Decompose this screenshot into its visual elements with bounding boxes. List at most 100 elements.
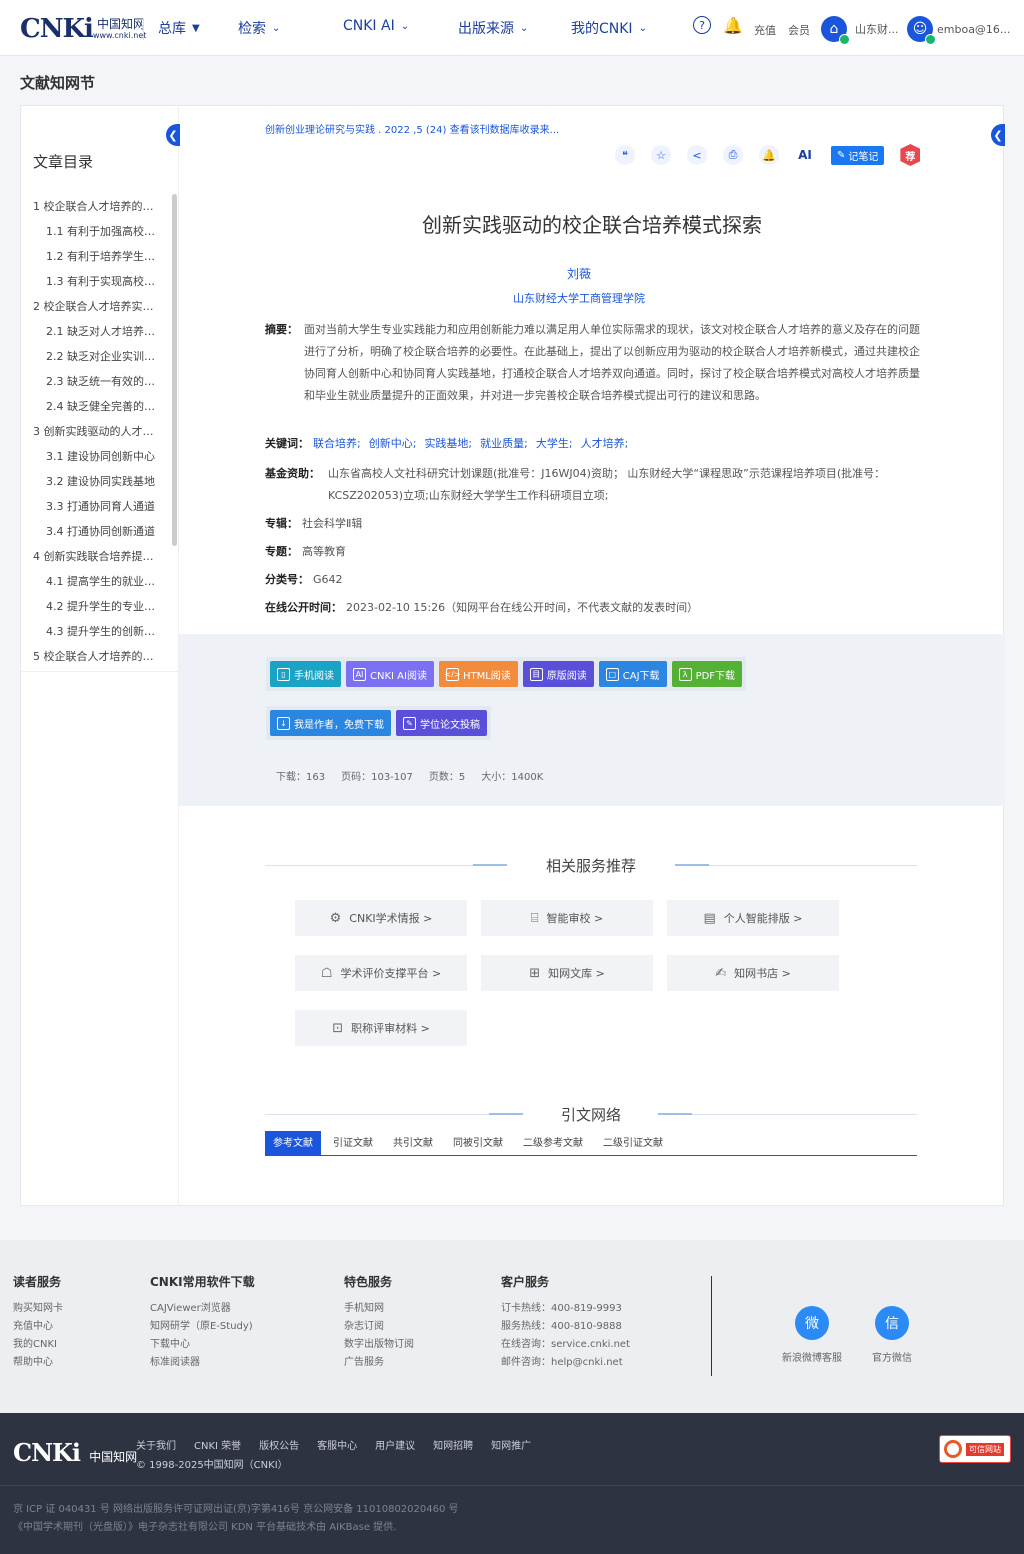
footer-link[interactable]: 购买知网卡 bbox=[13, 1300, 63, 1318]
service-link[interactable]: ▤ 个人智能排版 > bbox=[667, 900, 839, 936]
recharge-link[interactable]: 充值 bbox=[754, 22, 776, 38]
footer-link[interactable]: 手机知网 bbox=[344, 1300, 414, 1318]
footer-link[interactable]: 我的CNKI bbox=[13, 1336, 63, 1354]
toc-item[interactable]: 3.3 打通协同育人通道 bbox=[21, 494, 179, 519]
download-button[interactable]: ▯ 手机阅读 bbox=[270, 661, 341, 687]
trusted-site-badge[interactable]: 可信网站 bbox=[939, 1435, 1011, 1463]
download-button[interactable]: ✎ 学位论文投稿 bbox=[396, 710, 487, 736]
toc-item[interactable]: 2 校企联合人才培养实践中的问题 bbox=[21, 294, 179, 319]
alert-bell-icon[interactable]: 🔔 bbox=[759, 145, 779, 165]
download-button[interactable]: ↓ 我是作者，免费下载 bbox=[270, 710, 391, 736]
download-button[interactable]: </> HTML阅读 bbox=[438, 661, 518, 687]
social-link[interactable]: 信官方微信 bbox=[872, 1306, 912, 1364]
citation-tab[interactable]: 引证文献 bbox=[325, 1131, 381, 1156]
toc-item[interactable]: 2.2 缺乏对企业实训导师的管理 bbox=[21, 344, 179, 369]
footer-link[interactable]: 杂志订阅 bbox=[344, 1318, 414, 1336]
toc-item[interactable]: 3 创新实践驱动的人才培养模式 bbox=[21, 419, 179, 444]
bottom-link[interactable]: 用户建议 bbox=[375, 1437, 415, 1452]
nav-cnki-ai[interactable]: CNKI AI ⌄ bbox=[343, 18, 409, 34]
service-link[interactable]: ✍ 知网书店 > bbox=[667, 955, 839, 991]
footer-link[interactable]: 下载中心 bbox=[150, 1336, 255, 1354]
service-link[interactable]: ☖ 学术评价支撑平台 > bbox=[295, 955, 467, 991]
download-button[interactable]: λ PDF下载 bbox=[671, 661, 743, 687]
service-link[interactable]: ⚙ CNKI学术情报 > bbox=[295, 900, 467, 936]
author-link[interactable]: 刘薇 bbox=[179, 265, 979, 282]
bottom-link[interactable]: 版权公告 bbox=[259, 1437, 299, 1452]
toc-item[interactable]: 4 创新实践联合培养提升人才质量 bbox=[21, 544, 179, 569]
keyword-link[interactable]: 大学生; bbox=[536, 437, 573, 450]
footer-link[interactable]: 标准阅读器 bbox=[150, 1354, 255, 1372]
citation-tab[interactable]: 二级参考文献 bbox=[515, 1131, 591, 1156]
footer-link[interactable]: CAJViewer浏览器 bbox=[150, 1300, 255, 1318]
recommend-badge[interactable]: 荐 bbox=[900, 144, 921, 166]
nav-search[interactable]: 检索 ⌄ bbox=[238, 18, 280, 38]
toc-item[interactable]: 4.2 提升学生的专业水平 bbox=[21, 594, 179, 619]
keyword-link[interactable]: 人才培养; bbox=[581, 437, 629, 450]
bottom-link[interactable]: 知网招聘 bbox=[433, 1437, 473, 1452]
nav-zongku[interactable]: 总库 ▼ bbox=[158, 18, 200, 38]
service-link[interactable]: ⊞ 知网文库 > bbox=[481, 955, 653, 991]
footer-link[interactable]: 数字出版物订阅 bbox=[344, 1336, 414, 1354]
member-link[interactable]: 会员 bbox=[788, 22, 810, 38]
institution-account[interactable]: ⌂ 山东财... bbox=[821, 16, 899, 45]
bottom-link[interactable]: 关于我们 bbox=[136, 1437, 176, 1452]
nav-sources[interactable]: 出版来源 ⌄ bbox=[458, 18, 528, 38]
institution-link[interactable]: 山东财经大学工商管理学院 bbox=[179, 290, 979, 306]
bottom-link[interactable]: 知网推广 bbox=[491, 1437, 531, 1452]
footer-link[interactable]: 在线咨询：service.cnki.net bbox=[501, 1336, 630, 1354]
service-link[interactable]: ⌸ 智能审校 > bbox=[481, 900, 653, 936]
cite-icon[interactable]: ❝ bbox=[615, 145, 635, 165]
citation-tab[interactable]: 参考文献 bbox=[265, 1130, 321, 1156]
bottom-link[interactable]: 客服中心 bbox=[317, 1437, 357, 1452]
print-icon[interactable]: ⎙ bbox=[723, 145, 743, 165]
cnki-logo[interactable]: CNKi 中国知网 www.cnki.net bbox=[20, 13, 146, 45]
footer-link[interactable]: 帮助中心 bbox=[13, 1354, 63, 1372]
share-icon[interactable]: < bbox=[687, 145, 707, 165]
service-link[interactable]: ⊡ 职称评审材料 > bbox=[295, 1010, 467, 1046]
keyword-link[interactable]: 联合培养; bbox=[313, 437, 361, 450]
collapse-toc-button[interactable]: ❮ bbox=[166, 124, 180, 146]
toc-item[interactable]: 2.3 缺乏统一有效的监督机制 bbox=[21, 369, 179, 394]
keyword-link[interactable]: 创新中心; bbox=[369, 437, 417, 450]
citation-tab[interactable]: 同被引文献 bbox=[445, 1131, 511, 1156]
footer-link[interactable]: 服务热线：400-810-9888 bbox=[501, 1318, 630, 1336]
favorite-icon[interactable]: ☆ bbox=[651, 145, 671, 165]
help-button[interactable]: ? bbox=[693, 16, 711, 34]
toc-item[interactable]: 2.1 缺乏对人才培养目标的共识 bbox=[21, 319, 179, 344]
toc-item[interactable]: 4.3 提升学生的创新能力 bbox=[21, 619, 179, 644]
toc-item[interactable]: 1.1 有利于加强高校专业建设 bbox=[21, 219, 179, 244]
bottom-link[interactable]: CNKI 荣誉 bbox=[194, 1437, 241, 1452]
take-note-button[interactable]: ✎ 记笔记 bbox=[831, 145, 885, 165]
social-link[interactable]: 微新浪微博客服 bbox=[782, 1306, 842, 1364]
journal-source-link[interactable]: 创新创业理论研究与实践 . 2022 ,5 (24) 查看该刊数据库收录来... bbox=[265, 121, 559, 136]
toc-item[interactable]: 1.3 有利于实现高校与企业共赢 bbox=[21, 269, 179, 294]
notification-button[interactable]: 🔔 bbox=[723, 16, 743, 35]
toc-scrollbar[interactable] bbox=[172, 194, 177, 546]
keyword-link[interactable]: 就业质量; bbox=[480, 437, 528, 450]
toc-item[interactable]: 5 校企联合人才培养的思考 bbox=[21, 644, 179, 669]
toc-item[interactable]: 3.4 打通协同创新通道 bbox=[21, 519, 179, 544]
ai-icon[interactable]: AI bbox=[795, 145, 815, 165]
download-button[interactable]: AI CNKI AI阅读 bbox=[346, 661, 434, 687]
toc-item[interactable]: 1 校企联合人才培养的价值 bbox=[21, 194, 179, 219]
footer-link[interactable]: 知网研学（原E-Study) bbox=[150, 1318, 255, 1336]
keyword-link[interactable]: 实践基地; bbox=[424, 437, 472, 450]
toc-item[interactable]: 3.2 建设协同实践基地 bbox=[21, 469, 179, 494]
footer-link[interactable]: 广告服务 bbox=[344, 1354, 414, 1372]
toc-item[interactable]: 2.4 缺乏健全完善的校企合作机制 bbox=[21, 394, 179, 419]
download-button[interactable]: 目原版阅读 bbox=[522, 661, 594, 687]
citation-tab[interactable]: 共引文献 bbox=[385, 1131, 441, 1156]
nav-my-cnki[interactable]: 我的CNKI ⌄ bbox=[571, 18, 647, 38]
footer-logo[interactable]: CNKi 中国知网 bbox=[13, 1438, 137, 1467]
toc-item[interactable]: 4.1 提高学生的就业意识 bbox=[21, 569, 179, 594]
footer-link[interactable]: 邮件咨询：help@cnki.net bbox=[501, 1354, 630, 1372]
collapse-right-panel-button[interactable]: ❮ bbox=[991, 124, 1005, 146]
top-navigation: CNKi 中国知网 www.cnki.net 总库 ▼ 检索 ⌄ CNKI AI ⌄ … bbox=[0, 0, 1024, 56]
footer-link[interactable]: 充值中心 bbox=[13, 1318, 63, 1336]
toc-item[interactable]: 3.1 建设协同创新中心 bbox=[21, 444, 179, 469]
user-account[interactable]: ☺ emboa@16... bbox=[907, 16, 1010, 45]
toc-item[interactable]: 1.2 有利于培养学生理论实践能力 bbox=[21, 244, 179, 269]
download-button[interactable]: □ CAJ下载 bbox=[598, 661, 667, 687]
footer-link[interactable]: 订卡热线：400-819-9993 bbox=[501, 1300, 630, 1318]
citation-tab[interactable]: 二级引证文献 bbox=[595, 1131, 671, 1156]
